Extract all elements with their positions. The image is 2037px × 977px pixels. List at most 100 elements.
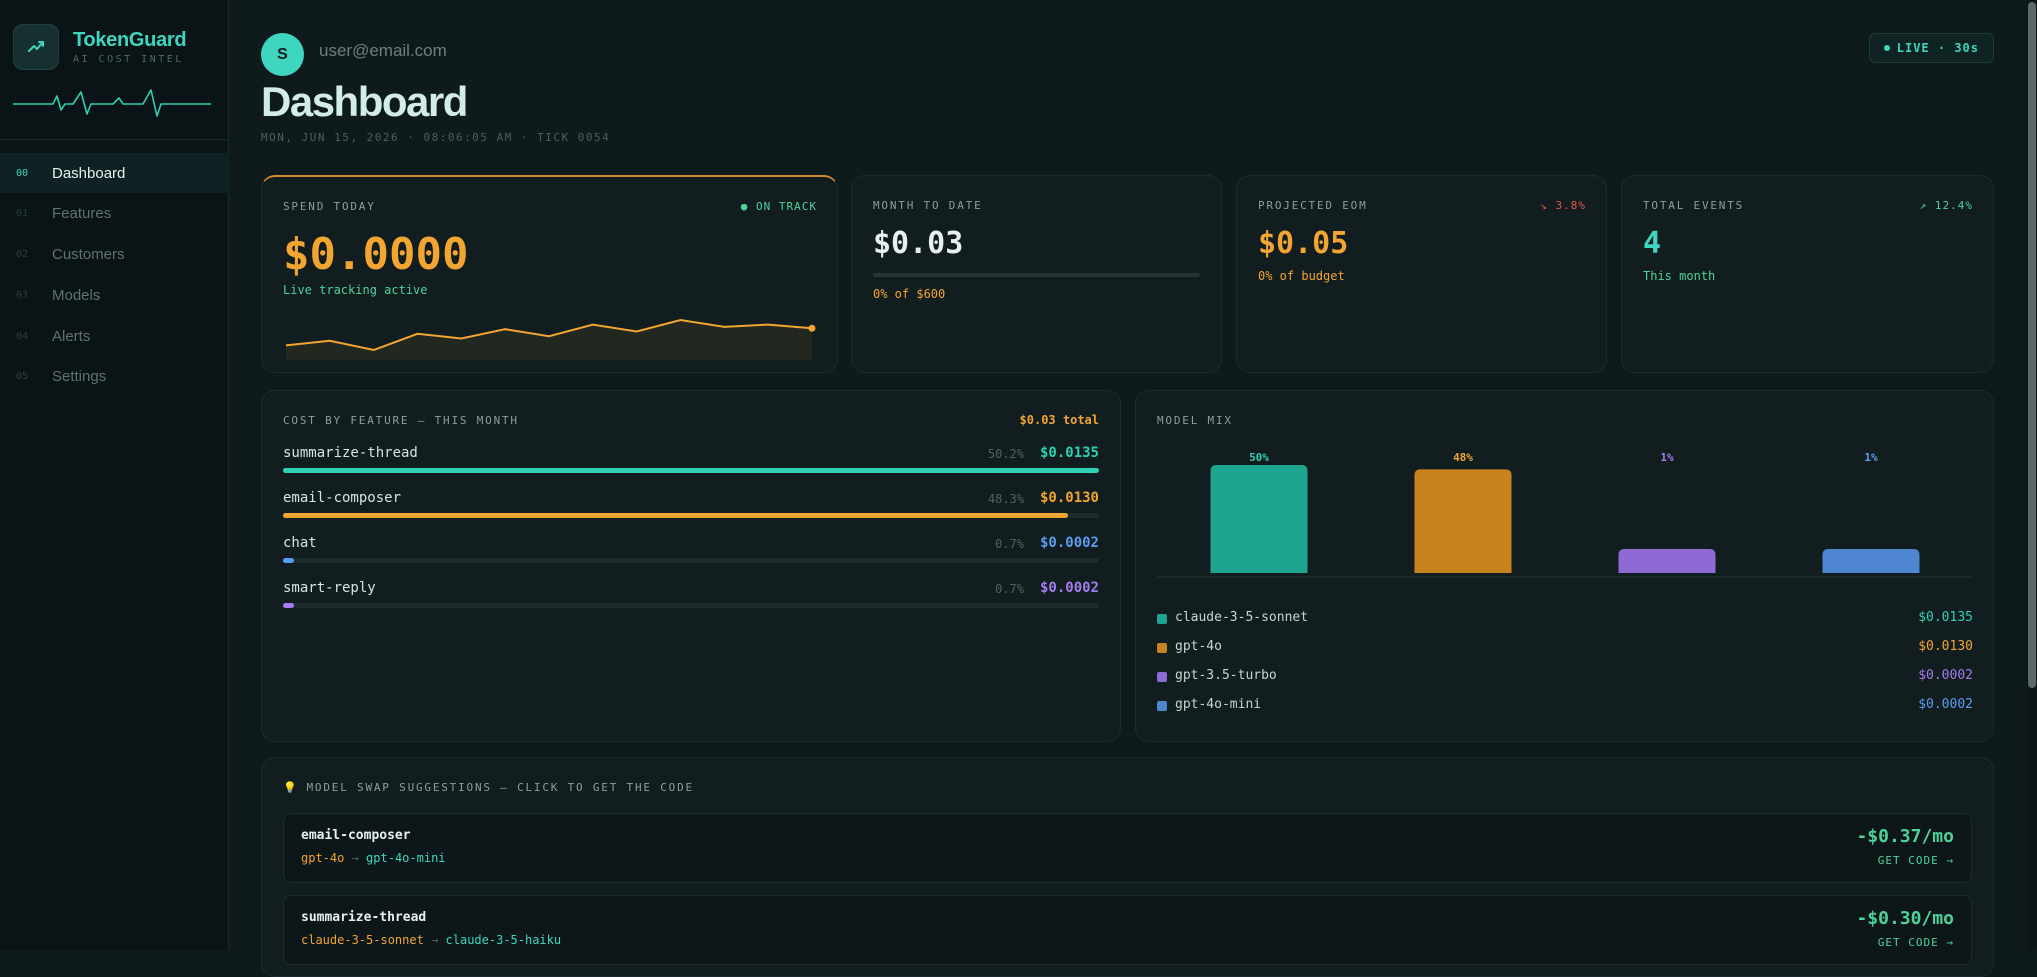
bar-claude-3-5-sonnet (1210, 465, 1308, 573)
card-label: PROJECTED EOM (1258, 199, 1368, 212)
brand[interactable]: TokenGuard AI COST INTEL (13, 24, 187, 70)
spend-sparkline (285, 318, 816, 360)
swap-suggestion-summarize-thread[interactable]: summarize-thread claude-3-5-sonnet → cla… (283, 895, 1972, 965)
data-label: 1% (1864, 451, 1878, 464)
card-label: MODEL MIX (1157, 414, 1233, 427)
swap-models: gpt-4o → gpt-4o-mini (301, 851, 446, 865)
legend-name: gpt-4o (1175, 639, 1222, 654)
list-item[interactable]: smart-reply 0.7% $0.0002 (283, 580, 1099, 625)
feature-cost: $0.0130 (1039, 490, 1099, 506)
swap-saving: -$0.30/mo (1856, 908, 1954, 929)
sidebar-item-models[interactable]: 03 Models (0, 275, 229, 315)
swap-suggestion-email-composer[interactable]: email-composer gpt-4o → gpt-4o-mini -$0.… (283, 813, 1972, 883)
legend-item[interactable]: gpt-4o-mini $0.0002 (1157, 696, 1973, 725)
bar-gpt-3.5-turbo (1618, 549, 1716, 573)
budget-progress-bar (873, 273, 1200, 277)
feature-cost: $0.0135 (1039, 445, 1099, 461)
swap-models: claude-3-5-sonnet → claude-3-5-haiku (301, 933, 561, 947)
bar-gpt-4o-mini (1822, 549, 1920, 573)
swap-title: 💡 MODEL SWAP SUGGESTIONS — CLICK TO GET T… (283, 781, 694, 794)
nav-label: Settings (52, 368, 107, 386)
projected-eom-value: $0.05 (1258, 226, 1349, 261)
scrollbar[interactable] (2027, 0, 2037, 950)
get-code-link[interactable]: GET CODE → (1878, 936, 1954, 949)
nav-label: Customers (52, 246, 125, 264)
nav-number: 02 (16, 249, 29, 261)
legend-swatch (1157, 614, 1167, 624)
sidebar-item-features[interactable]: 01 Features (0, 194, 229, 234)
legend-item[interactable]: gpt-4o $0.0130 (1157, 638, 1973, 667)
legend-name: claude-3-5-sonnet (1175, 610, 1309, 625)
total-events-value: 4 (1643, 226, 1662, 261)
model-mix-chart: 50% 48% 1% 1% (1157, 451, 1973, 578)
legend-name: gpt-4o-mini (1175, 697, 1262, 712)
list-item[interactable]: email-composer 48.3% $0.0130 (283, 490, 1099, 535)
bar-gpt-4o (1414, 469, 1512, 573)
feature-pct: 0.7% (995, 582, 1024, 596)
live-badge-label: LIVE · 30s (1896, 41, 1979, 55)
swap-feature: summarize-thread (301, 910, 427, 925)
lightbulb-icon: 💡 (283, 781, 299, 794)
sidebar-item-customers[interactable]: 02 Customers (0, 235, 229, 275)
projected-eom-sub: 0% of budget (1258, 269, 1345, 283)
feature-cost: $0.0002 (1039, 535, 1099, 551)
sidebar-divider (0, 139, 229, 140)
legend-cost: $0.0135 (1918, 610, 1973, 625)
page-title: Dashboard (261, 78, 468, 125)
get-code-link[interactable]: GET CODE → (1878, 854, 1954, 867)
cost-by-feature-card: COST BY FEATURE — THIS MONTH $0.03 total… (261, 390, 1121, 742)
live-badge[interactable]: LIVE · 30s (1868, 33, 1994, 63)
swap-saving: -$0.37/mo (1856, 826, 1954, 847)
list-item[interactable]: chat 0.7% $0.0002 (283, 535, 1099, 580)
legend-swatch (1157, 701, 1167, 711)
spend-today-value: $0.0000 (283, 229, 469, 280)
data-label: 50% (1249, 451, 1269, 464)
trending-up-icon (13, 24, 59, 70)
model-mix-card: MODEL MIX 50% 48% 1% 1% claude-3-5-sonnet $… (1135, 390, 1994, 742)
total-events-sub: This month (1643, 269, 1716, 283)
data-label: 48% (1453, 451, 1473, 464)
card-label: SPEND TODAY (283, 200, 376, 213)
sidebar-item-settings[interactable]: 05 Settings (0, 357, 229, 397)
sidebar-nav: 00 Dashboard 01 Features 02 Customers 03… (0, 153, 229, 398)
swap-suggestions-card: 💡 MODEL SWAP SUGGESTIONS — CLICK TO GET T… (261, 757, 1994, 977)
swap-feature: email-composer (301, 828, 411, 843)
feature-name: chat (283, 535, 317, 551)
feature-bar (283, 558, 1099, 563)
brand-subtitle: AI COST INTEL (73, 54, 184, 65)
nav-number: 04 (16, 330, 29, 342)
sparkline-point (808, 324, 816, 332)
legend-cost: $0.0002 (1918, 668, 1973, 683)
arrow-right-icon: → (351, 851, 367, 865)
live-dot-icon (1883, 45, 1890, 51)
data-label: 1% (1660, 451, 1674, 464)
list-item[interactable]: summarize-thread 50.2% $0.0135 (283, 445, 1099, 490)
legend-cost: $0.0130 (1918, 639, 1973, 654)
spend-today-card: SPEND TODAY ● ON TRACK $0.0000 Live trac… (261, 175, 838, 373)
scrollbar-thumb[interactable] (2028, 2, 2036, 688)
nav-label: Features (52, 205, 112, 223)
feature-bar (283, 603, 1099, 608)
legend-name: gpt-3.5-turbo (1175, 668, 1277, 683)
swap-to-model: gpt-4o-mini (366, 851, 446, 865)
feature-bar (283, 513, 1099, 518)
nav-number: 01 (16, 208, 29, 220)
feature-bar (283, 468, 1099, 473)
projected-eom-card: PROJECTED EOM ↘ 3.8% $0.05 0% of budget (1236, 175, 1607, 373)
feature-total: $0.03 total (1019, 413, 1099, 427)
avatar[interactable]: S (261, 33, 304, 76)
arrow-right-icon: → (431, 933, 446, 947)
month-to-date-value: $0.03 (873, 226, 964, 261)
nav-label: Dashboard (52, 164, 126, 182)
swap-from-model: gpt-4o (301, 851, 345, 865)
nav-label: Models (52, 286, 101, 304)
legend-item[interactable]: claude-3-5-sonnet $0.0135 (1157, 609, 1973, 638)
legend-swatch (1157, 643, 1167, 653)
timestamp: MON, JUN 15, 2026 · 08:06:05 AM · TICK 0… (261, 131, 611, 144)
sidebar-item-dashboard[interactable]: 00 Dashboard (0, 153, 229, 193)
feature-pct: 50.2% (987, 447, 1024, 461)
legend-item[interactable]: gpt-3.5-turbo $0.0002 (1157, 667, 1973, 696)
sidebar-item-alerts[interactable]: 04 Alerts (0, 316, 229, 356)
status-badge: ● ON TRACK (740, 200, 817, 213)
total-events-card: TOTAL EVENTS ↗ 12.4% 4 This month (1621, 175, 1994, 373)
